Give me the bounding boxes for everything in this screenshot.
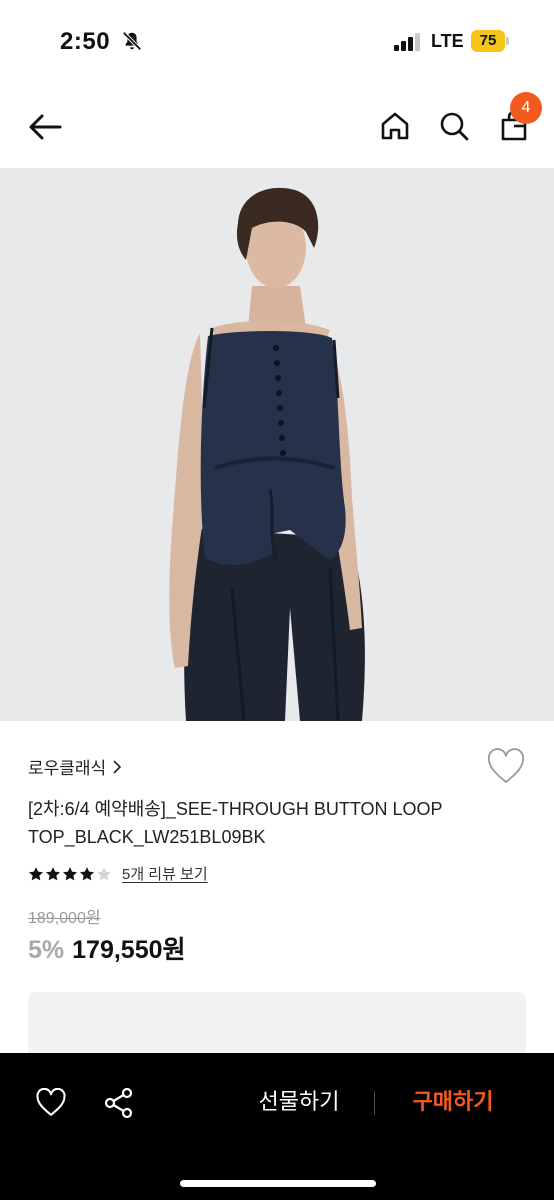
bottom-action-bar: 선물하기 구매하기 xyxy=(0,1053,554,1200)
status-bar: 2:50 LTE 75 xyxy=(0,0,554,84)
battery-indicator: 75 xyxy=(471,30,509,52)
review-link[interactable]: 5개 리뷰 보기 xyxy=(122,863,208,884)
star-icon xyxy=(46,866,60,880)
chevron-right-icon xyxy=(113,759,122,774)
heart-icon xyxy=(487,748,525,783)
sale-price: 179,550원 xyxy=(72,936,186,964)
home-button[interactable] xyxy=(375,106,415,146)
buy-button[interactable]: 구매하기 xyxy=(392,1081,514,1123)
home-icon xyxy=(381,112,409,140)
bell-slash-icon xyxy=(122,31,142,51)
home-indicator xyxy=(180,1180,376,1187)
battery-cap xyxy=(506,37,509,45)
divider xyxy=(374,1091,375,1115)
network-label: LTE xyxy=(431,31,464,51)
signal-icon xyxy=(394,33,420,51)
brand-link[interactable]: 로우클래식 xyxy=(28,754,122,779)
bottom-wishlist-button[interactable] xyxy=(33,1085,69,1121)
search-button[interactable] xyxy=(434,106,474,146)
star-icon xyxy=(80,866,94,880)
wishlist-button[interactable] xyxy=(486,748,526,786)
heart-icon xyxy=(36,1088,66,1116)
product-photo xyxy=(0,168,554,721)
cart-count-badge: 4 xyxy=(510,92,542,124)
original-price: 189,000원 xyxy=(28,910,101,927)
product-image[interactable] xyxy=(0,168,554,721)
star-icon xyxy=(63,866,77,880)
search-icon xyxy=(440,112,469,141)
rating-row: 5개 리뷰 보기 xyxy=(28,863,208,884)
discount-rate: 5% xyxy=(28,936,65,964)
battery-level: 75 xyxy=(479,32,497,49)
share-icon xyxy=(104,1087,133,1119)
back-button[interactable] xyxy=(24,106,66,148)
top-navigation xyxy=(0,84,554,168)
rating-stars xyxy=(28,866,112,882)
price-row: 5% 179,550원 xyxy=(28,930,186,966)
star-icon xyxy=(29,866,43,880)
share-button[interactable] xyxy=(100,1084,138,1122)
star-icon xyxy=(97,866,111,880)
gift-button[interactable]: 선물하기 xyxy=(238,1081,360,1123)
product-title: [2차:6/4 예약배송]_SEE-THROUGH BUTTON LOOP TO… xyxy=(28,799,443,847)
status-time: 2:50 xyxy=(60,28,111,55)
arrow-left-icon xyxy=(29,114,62,140)
brand-name: 로우클래식 xyxy=(28,759,107,778)
